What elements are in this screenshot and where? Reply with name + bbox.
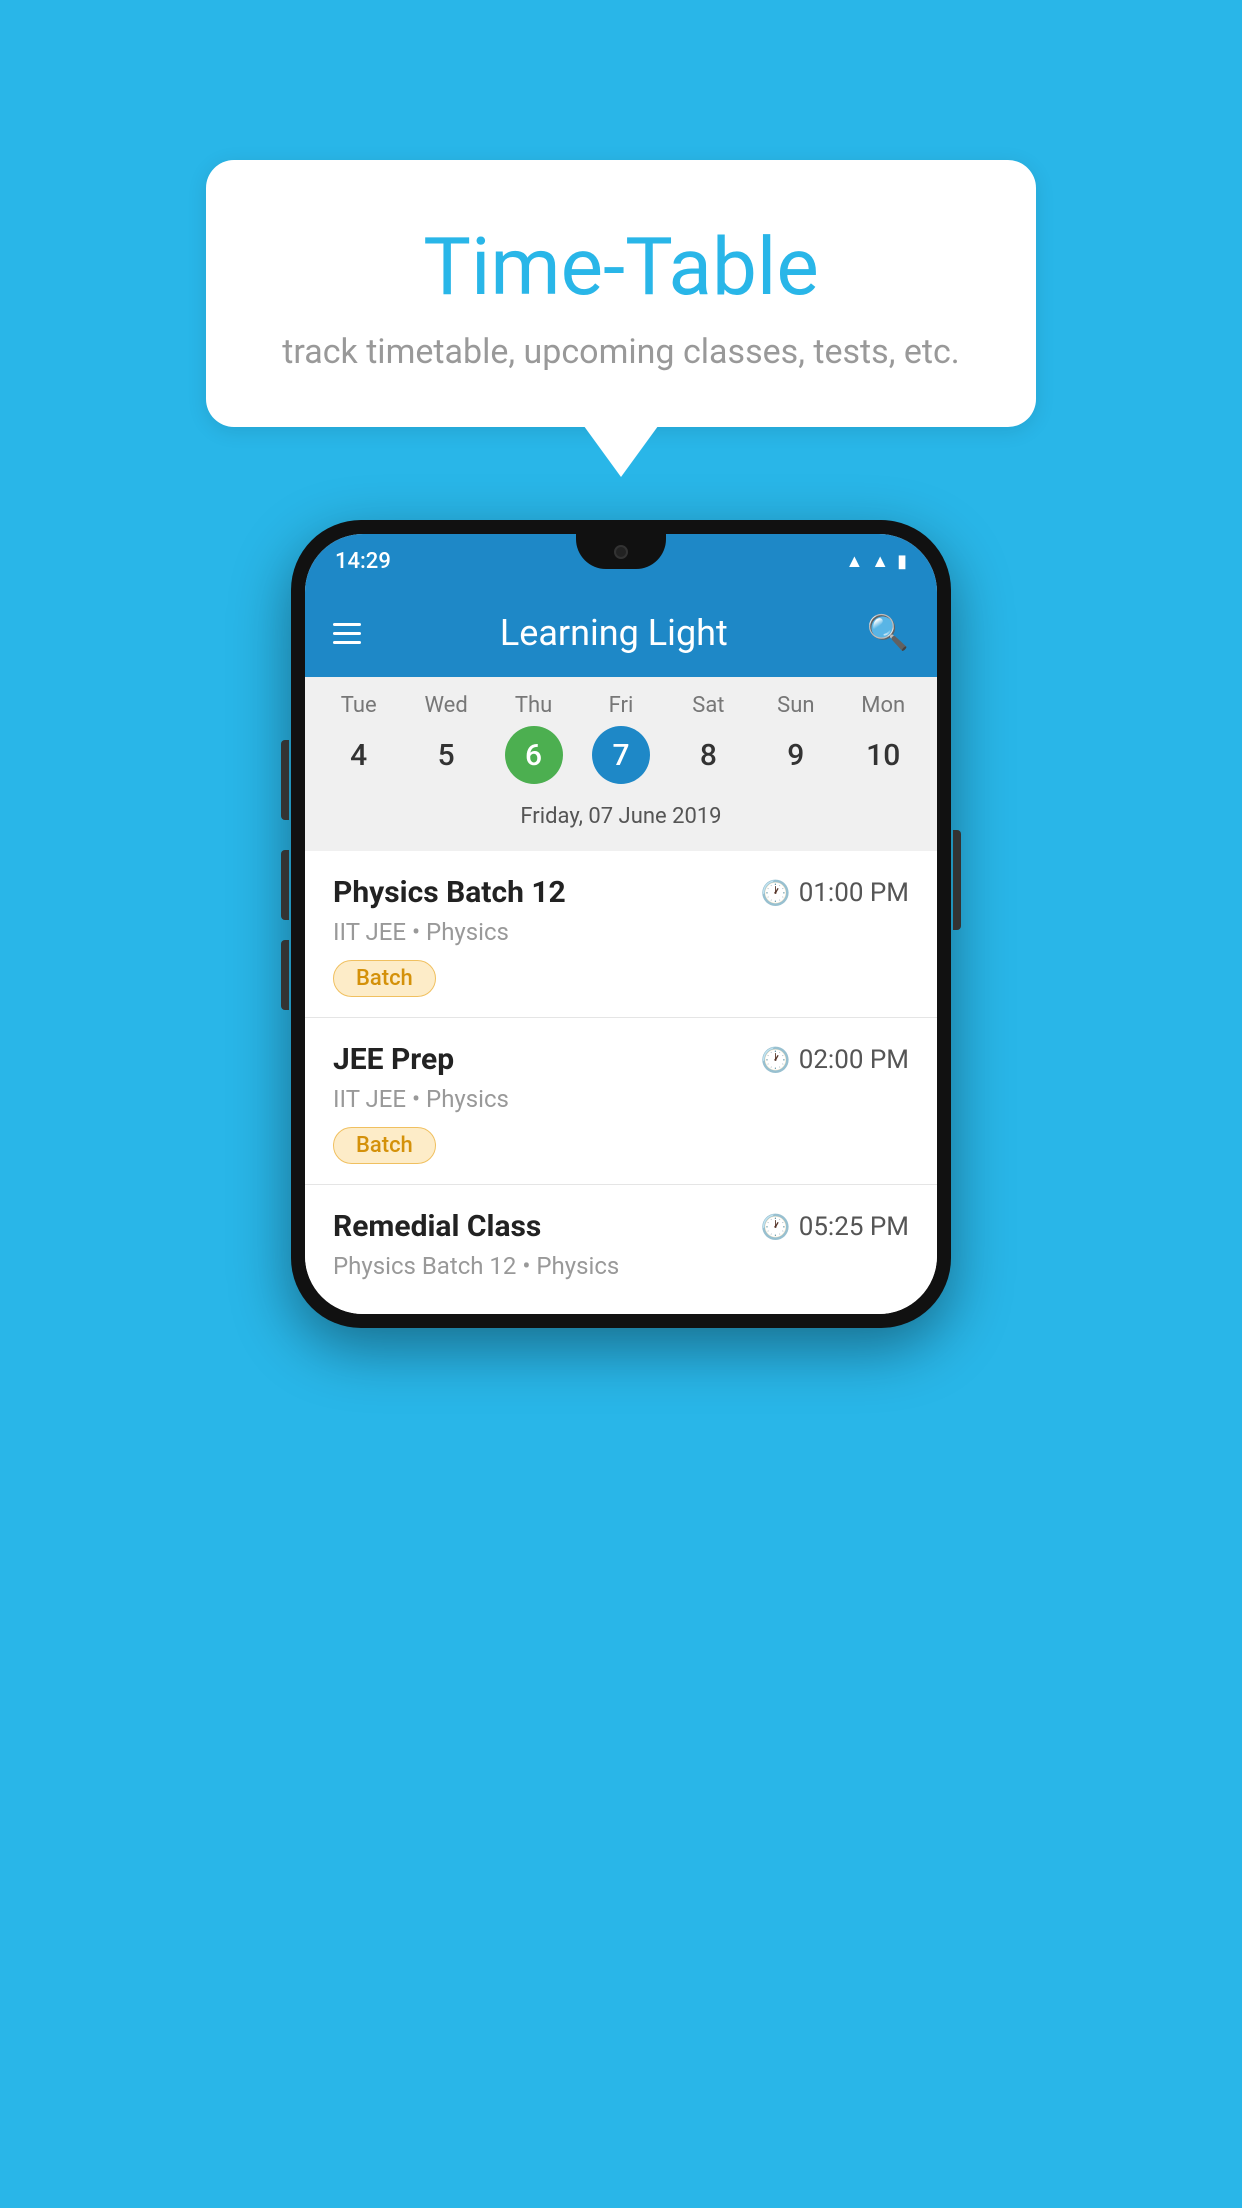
phone-screen: 14:29 ▲ ▲ ▮ Learning Light 🔍: [305, 534, 937, 1314]
item-subtitle: IIT JEE • Physics: [333, 918, 909, 946]
day-label: Thu: [515, 693, 552, 718]
phone-wrapper: 14:29 ▲ ▲ ▮ Learning Light 🔍: [201, 520, 1041, 1328]
volume-down-button: [281, 940, 289, 1010]
day-col-fri[interactable]: Fri 7: [581, 693, 661, 784]
day-label: Sat: [692, 693, 724, 718]
item-title: JEE Prep: [333, 1042, 454, 1077]
speech-bubble-container: Time-Table track timetable, upcoming cla…: [206, 160, 1036, 427]
bubble-subtitle: track timetable, upcoming classes, tests…: [256, 332, 986, 372]
days-row: Tue 4 Wed 5 Thu 6 Fri 7 Sat 8 Sun 9 Mon 10: [315, 693, 927, 784]
item-header: JEE Prep 🕐 02:00 PM: [333, 1042, 909, 1077]
day-col-mon[interactable]: Mon 10: [843, 693, 923, 784]
phone: 14:29 ▲ ▲ ▮ Learning Light 🔍: [291, 520, 951, 1328]
day-number[interactable]: 5: [417, 726, 475, 784]
day-number[interactable]: 10: [854, 726, 912, 784]
batch-badge: Batch: [333, 960, 436, 997]
hamburger-menu-button[interactable]: [333, 623, 361, 644]
search-button[interactable]: 🔍: [867, 613, 909, 653]
item-time: 🕐 01:00 PM: [761, 878, 909, 908]
item-subtitle: Physics Batch 12 • Physics: [333, 1252, 909, 1280]
day-number[interactable]: 7: [592, 726, 650, 784]
clock-icon: 🕐: [761, 1213, 791, 1241]
day-col-sat[interactable]: Sat 8: [668, 693, 748, 784]
day-col-wed[interactable]: Wed 5: [406, 693, 486, 784]
item-title: Remedial Class: [333, 1209, 541, 1244]
time-value: 01:00 PM: [799, 878, 909, 908]
item-time: 🕐 02:00 PM: [761, 1045, 909, 1075]
clock-icon: 🕐: [761, 1046, 791, 1074]
clock-icon: 🕐: [761, 879, 791, 907]
day-col-tue[interactable]: Tue 4: [319, 693, 399, 784]
schedule-item[interactable]: JEE Prep 🕐 02:00 PM IIT JEE • Physics Batch: [305, 1017, 937, 1184]
schedule-item[interactable]: Remedial Class 🕐 05:25 PM Physics Batch 12 …: [305, 1184, 937, 1314]
day-number[interactable]: 6: [505, 726, 563, 784]
day-label: Wed: [424, 693, 467, 718]
day-col-thu[interactable]: Thu 6: [494, 693, 574, 784]
wifi-icon: ▲: [845, 551, 863, 572]
day-number[interactable]: 8: [679, 726, 737, 784]
day-number[interactable]: 9: [767, 726, 825, 784]
time-value: 02:00 PM: [799, 1045, 909, 1075]
app-bar: Learning Light 🔍: [305, 589, 937, 677]
status-icons: ▲ ▲ ▮: [845, 551, 907, 572]
app-bar-title: Learning Light: [500, 612, 728, 654]
signal-icon: ▲: [871, 551, 889, 572]
speech-bubble: Time-Table track timetable, upcoming cla…: [206, 160, 1036, 427]
schedule-item[interactable]: Physics Batch 12 🕐 01:00 PM IIT JEE • Physi…: [305, 851, 937, 1017]
battery-icon: ▮: [897, 551, 907, 572]
status-bar: 14:29 ▲ ▲ ▮: [305, 534, 937, 589]
selected-date-label: Friday, 07 June 2019: [315, 794, 927, 843]
day-label: Fri: [609, 693, 634, 718]
day-label: Mon: [861, 693, 905, 718]
notch: [576, 534, 666, 569]
day-label: Tue: [341, 693, 377, 718]
item-time: 🕐 05:25 PM: [761, 1212, 909, 1242]
time-value: 05:25 PM: [799, 1212, 909, 1242]
day-col-sun[interactable]: Sun 9: [756, 693, 836, 784]
batch-badge: Batch: [333, 1127, 436, 1164]
item-subtitle: IIT JEE • Physics: [333, 1085, 909, 1113]
schedule-list: Physics Batch 12 🕐 01:00 PM IIT JEE • Physi…: [305, 851, 937, 1314]
item-header: Physics Batch 12 🕐 01:00 PM: [333, 875, 909, 910]
calendar-strip: Tue 4 Wed 5 Thu 6 Fri 7 Sat 8 Sun 9 Mon 10 Friday, 07…: [305, 677, 937, 851]
volume-up-button: [281, 850, 289, 920]
status-time: 14:29: [335, 549, 391, 574]
item-title: Physics Batch 12: [333, 875, 566, 910]
bubble-title: Time-Table: [256, 220, 986, 314]
day-number[interactable]: 4: [330, 726, 388, 784]
day-label: Sun: [777, 693, 814, 718]
item-header: Remedial Class 🕐 05:25 PM: [333, 1209, 909, 1244]
power-button: [953, 830, 961, 930]
camera: [614, 545, 628, 559]
